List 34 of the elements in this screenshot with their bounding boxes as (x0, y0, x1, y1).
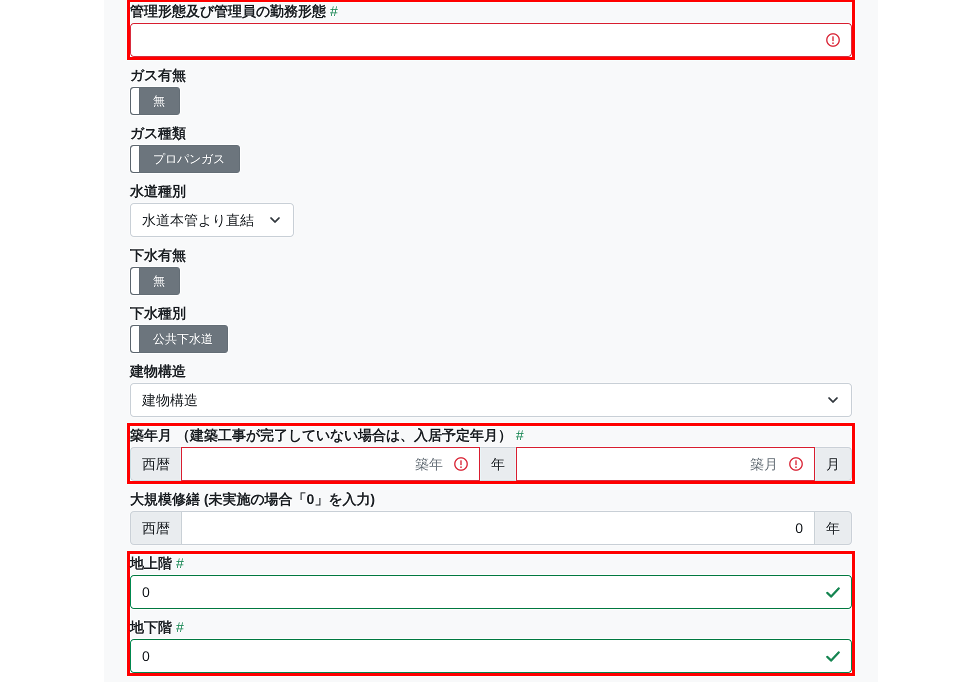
field-label: 建物構造 (130, 362, 186, 381)
input-addon: 西暦 (130, 447, 182, 481)
field-label: 水道種別 (130, 182, 186, 201)
toggle-switch[interactable]: 公共下水道 (130, 325, 228, 353)
field-label: 大規模修繕 (未実施の場合「0」を入力) (130, 490, 375, 509)
input-field[interactable] (130, 23, 852, 57)
input-field[interactable]: 0 (130, 639, 852, 673)
input-addon: 月 (814, 447, 852, 481)
toggle-switch[interactable]: 無 (130, 267, 180, 295)
required-mark: # (516, 426, 524, 445)
toggle-switch[interactable]: 無 (130, 87, 180, 115)
field-label: 築年月 （建築工事が完了していない場合は、入居予定年月） (130, 426, 512, 445)
input-addon: 年 (479, 447, 517, 481)
input-field[interactable]: 0 (181, 511, 815, 545)
field-label: ガス有無 (130, 66, 186, 85)
required-mark: # (176, 554, 184, 573)
select-dropdown[interactable]: 建物構造 (130, 383, 852, 417)
chevron-down-icon (269, 214, 281, 226)
input-field[interactable]: 築月 (516, 447, 815, 481)
required-mark: # (330, 2, 338, 21)
input-field[interactable]: 0 (130, 575, 852, 609)
input-addon: 年 (814, 511, 852, 545)
toggle-switch[interactable]: プロパンガス (130, 145, 240, 173)
required-mark: # (176, 618, 184, 637)
input-addon: 西暦 (130, 511, 182, 545)
select-dropdown[interactable]: 水道本管より直結 (130, 203, 294, 237)
field-label: 地下階 (130, 618, 172, 637)
field-label: 地上階 (130, 554, 172, 573)
field-label: 下水有無 (130, 246, 186, 265)
field-label: ガス種類 (130, 124, 186, 143)
field-label: 管理形態及び管理員の勤務形態 (130, 2, 326, 21)
chevron-down-icon (827, 394, 839, 406)
input-field[interactable]: 築年 (181, 447, 480, 481)
field-label: 下水種別 (130, 304, 186, 323)
